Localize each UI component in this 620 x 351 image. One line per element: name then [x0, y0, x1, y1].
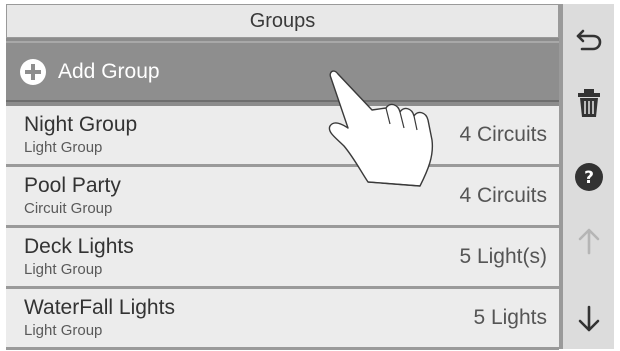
arrow-down-icon [578, 305, 599, 332]
list-item-deck-lights[interactable]: Deck Lights Light Group 5 Light(s) [6, 228, 559, 289]
trash-icon [577, 89, 600, 117]
group-name: Pool Party [24, 174, 121, 197]
group-name: WaterFall Lights [24, 296, 175, 319]
sidebar: ? [563, 4, 614, 349]
group-type: Light Group [24, 322, 103, 339]
group-type: Circuit Group [24, 200, 113, 217]
help-icon: ? [574, 163, 603, 191]
groups-screen: Groups Add Group Night Group Light Group… [6, 4, 614, 350]
help-button[interactable]: ? [563, 152, 614, 202]
svg-text:?: ? [584, 168, 594, 188]
page-title-text: Groups [249, 9, 316, 32]
list-item-night-group[interactable]: Night Group Light Group 4 Circuits [6, 106, 559, 167]
move-down-button[interactable] [563, 294, 614, 344]
delete-button[interactable] [563, 78, 614, 128]
group-count: 4 Circuits [459, 123, 547, 146]
back-button[interactable] [563, 14, 614, 64]
list-item-pool-party[interactable]: Pool Party Circuit Group 4 Circuits [6, 167, 559, 228]
page-title: Groups [6, 4, 559, 38]
list-item-waterfall-lights[interactable]: WaterFall Lights Light Group 5 Lights [6, 289, 559, 350]
arrow-up-icon [578, 228, 599, 255]
group-count: 4 Circuits [459, 184, 547, 207]
group-name: Deck Lights [24, 235, 134, 258]
move-up-button[interactable] [563, 216, 614, 266]
group-count: 5 Light(s) [459, 245, 547, 268]
group-type: Light Group [24, 139, 103, 156]
back-arrow-icon [576, 29, 601, 51]
main-panel: Groups Add Group Night Group Light Group… [6, 4, 559, 350]
group-name: Night Group [24, 113, 138, 136]
add-group-button[interactable]: Add Group [6, 41, 559, 102]
group-type: Light Group [24, 261, 103, 278]
group-count: 5 Lights [473, 306, 547, 329]
plus-circle-icon [20, 58, 46, 85]
group-list: Night Group Light Group 4 Circuits Pool … [6, 106, 559, 350]
add-group-label: Add Group [58, 59, 160, 83]
